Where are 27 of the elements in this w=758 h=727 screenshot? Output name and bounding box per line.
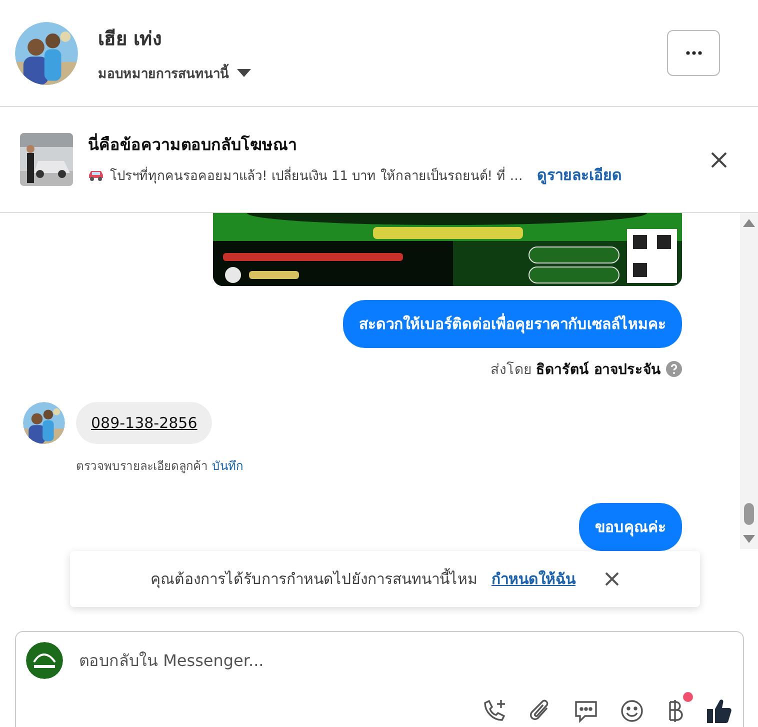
page-avatar-icon bbox=[26, 642, 63, 679]
ad-reply-title: นี่คือข้อความตอบกลับโฆษณา bbox=[88, 132, 298, 156]
message-bubble[interactable]: 089-138-2856 bbox=[76, 402, 212, 444]
customer-details-note: ตรวจพบรายละเอียดลูกค้า บันทึก bbox=[76, 458, 244, 475]
close-button[interactable] bbox=[710, 150, 728, 168]
assign-prompt-text: คุณต้องการได้รับการกำหนดไปยังการสนทนานี้ไหม bbox=[150, 567, 478, 590]
scroll-down-icon[interactable] bbox=[743, 535, 755, 543]
ad-preview-text: โปรฯที่ทุกคนรอคอยมาแล้ว! เปลี่ยนเงิน 11 บาท ให้กลายเป็นรถยนต์! ที่ … bbox=[110, 166, 523, 186]
contact-name: เฮีย เท่ง bbox=[98, 26, 163, 52]
scrollbar-thumb[interactable] bbox=[744, 503, 754, 525]
assign-to-me-link[interactable]: กำหนดให้ฉัน bbox=[492, 567, 576, 591]
caret-icon[interactable] bbox=[237, 69, 251, 77]
message-bubble: ขอบคุณค่ะ bbox=[579, 503, 682, 551]
call-icon[interactable] bbox=[481, 698, 507, 724]
see-details-link[interactable]: ดูรายละเอียด bbox=[536, 163, 622, 187]
more-icon bbox=[686, 51, 702, 55]
sent-by-label: ส่งโดย ธิดารัตน์ อาจประจัน bbox=[490, 360, 661, 380]
help-icon[interactable] bbox=[666, 361, 682, 377]
close-button[interactable] bbox=[604, 571, 620, 587]
car-icon bbox=[88, 169, 104, 181]
save-link[interactable]: บันทึก bbox=[212, 459, 243, 473]
emoji-icon[interactable] bbox=[619, 698, 645, 724]
message-icon[interactable] bbox=[573, 698, 599, 724]
scroll-up-icon[interactable] bbox=[743, 219, 755, 227]
message-bubble: สะดวกให้เบอร์ติดต่อเพื่อคุยราคากับเซลล์ไหมคะ bbox=[343, 300, 682, 348]
assign-conversation-label[interactable]: มอบหมายการสนทนานี้ bbox=[98, 62, 229, 84]
thumbs-up-icon[interactable] bbox=[705, 697, 733, 725]
